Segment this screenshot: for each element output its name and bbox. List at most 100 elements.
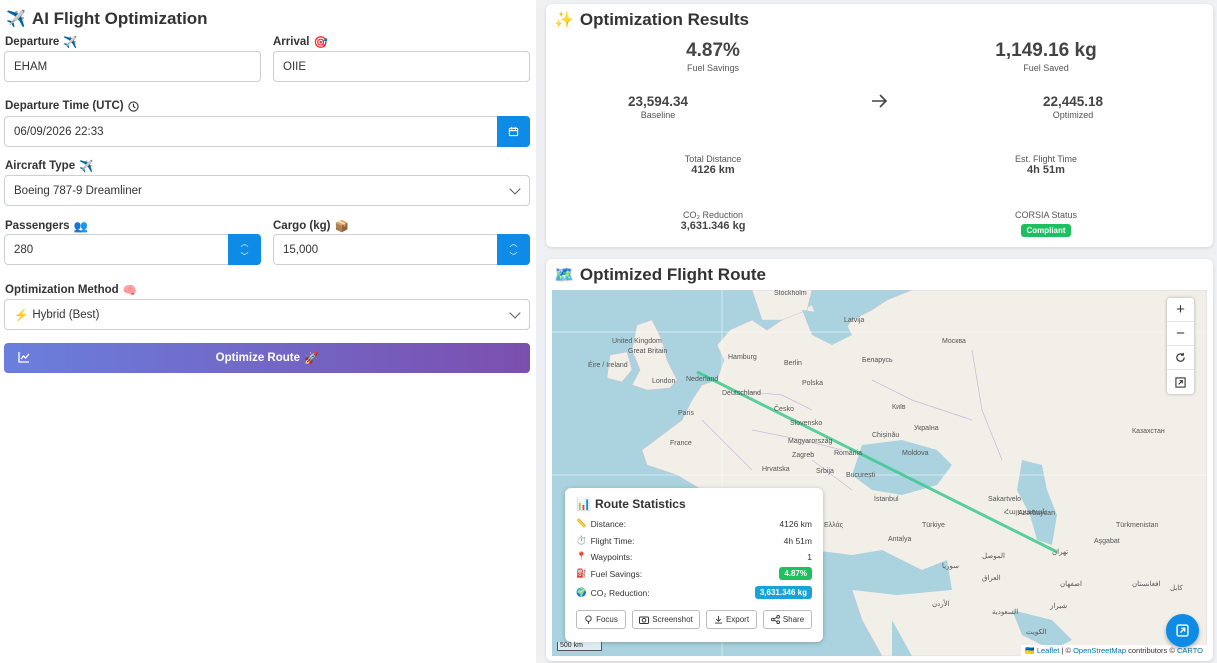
- map-place-label: افغانستان: [1132, 581, 1161, 588]
- refresh-icon: [1176, 352, 1185, 362]
- stat-distance: 📏 Distance: 4126 km: [576, 518, 812, 529]
- map-place-label: کابل: [1170, 585, 1183, 592]
- chart-icon: [18, 352, 30, 363]
- focus-button[interactable]: Focus: [576, 610, 626, 629]
- map-place-label: تهران: [1052, 549, 1069, 556]
- departure-time-input[interactable]: 06/09/2026 22:33: [4, 116, 530, 147]
- results-title: ✨ Optimization Results: [554, 10, 749, 29]
- stat-waypoints: 📍 Waypoints: 1: [576, 551, 812, 562]
- map-place-label: Éire / Ireland: [588, 362, 628, 369]
- map-place-label: Stockholm: [774, 290, 807, 297]
- aircraft-label: Aircraft Type ✈️: [5, 160, 94, 173]
- passengers-input[interactable]: 280 ︿ ﹀: [4, 234, 261, 265]
- reset-view-button[interactable]: [1167, 346, 1194, 370]
- screenshot-button[interactable]: Screenshot: [632, 610, 700, 629]
- map-place-label: Slovensko: [790, 420, 823, 427]
- map-place-label: Magyarország: [788, 438, 833, 445]
- optimization-results: ✨ Optimization Results 4.87% Fuel Savings…: [546, 4, 1213, 247]
- map-place-label: Україна: [914, 425, 939, 432]
- departure-label: Departure ✈️: [5, 36, 78, 49]
- departure-input[interactable]: EHAM: [4, 51, 261, 82]
- pin-outline-icon: [585, 615, 592, 624]
- map-place-label: Moldova: [902, 450, 929, 457]
- chevron-up-icon[interactable]: ︿: [241, 237, 249, 250]
- map-place-label: Latvija: [844, 317, 865, 324]
- map-place-label: Česko: [774, 406, 794, 413]
- status-badge: Compliant: [1021, 224, 1071, 237]
- fuel-savings-metric: 4.87% Fuel Savings: [686, 40, 740, 73]
- target-icon: 🎯: [313, 37, 328, 49]
- airplane-icon: ✈️: [63, 37, 78, 49]
- map-place-label: Polska: [802, 380, 824, 387]
- zoom-in-button[interactable]: +: [1167, 298, 1194, 322]
- ruler-icon: 📏: [576, 518, 587, 528]
- export-button[interactable]: Export: [706, 610, 757, 629]
- leaflet-link[interactable]: Leaflet: [1037, 646, 1060, 655]
- chevron-down-icon[interactable]: ﹀: [241, 250, 249, 263]
- calendar-button[interactable]: [497, 116, 530, 147]
- sparkles-icon: ✨: [554, 12, 574, 29]
- map-place-label: السعودية: [992, 609, 1019, 616]
- map-controls: + −: [1167, 298, 1194, 394]
- optimize-route-button[interactable]: Optimize Route 🚀: [4, 343, 530, 373]
- cargo-stepper[interactable]: ︿ ﹀: [497, 234, 530, 265]
- camera-icon: [639, 616, 650, 624]
- fuel-savings-badge: 4.87%: [779, 567, 812, 580]
- method-label: Optimization Method 🧠: [5, 284, 138, 297]
- passengers-label: Passengers 👥: [5, 220, 88, 233]
- clock-icon: [128, 100, 139, 112]
- map-place-label: الكويت: [1026, 629, 1047, 636]
- fuel-icon: ⛽: [576, 568, 587, 578]
- airplane-icon: ✈️: [79, 161, 94, 173]
- passengers-stepper[interactable]: ︿ ﹀: [228, 234, 261, 265]
- brain-icon: 🧠: [122, 285, 138, 297]
- map-place-label: الموصل: [982, 553, 1005, 560]
- map-place-label: Aşgabat: [1094, 538, 1120, 545]
- arrow-right-icon: [872, 94, 888, 108]
- optimized-metric: 22,445.18 Optimized: [1042, 94, 1104, 120]
- map-place-label: Türkiye: [922, 522, 945, 529]
- chevron-down-icon: [509, 307, 521, 319]
- carto-link[interactable]: CARTO: [1177, 646, 1203, 655]
- aircraft-select[interactable]: Boeing 787-9 Dreamliner: [4, 175, 530, 206]
- chevron-up-icon[interactable]: ︿: [510, 237, 518, 250]
- map-place-label: İstanbul: [874, 496, 899, 503]
- arrival-label: Arrival 🎯: [273, 36, 328, 49]
- form-title: ✈️ AI Flight Optimization: [6, 9, 208, 28]
- share-icon: [770, 615, 780, 624]
- stat-co2: 🌍 CO₂ Reduction: 3,631.346 kg: [576, 586, 812, 599]
- map-place-label: Ελλάς: [824, 522, 843, 529]
- map-place-label: Hamburg: [728, 354, 757, 361]
- method-select[interactable]: ⚡ Hybrid (Best): [4, 299, 530, 330]
- map-place-label: Türkmenistan: [1116, 522, 1159, 529]
- expand-map-button[interactable]: [1166, 614, 1199, 647]
- chevron-down-icon: [509, 183, 521, 195]
- fullscreen-button[interactable]: [1167, 370, 1194, 394]
- map-place-label: Antalya: [888, 536, 912, 543]
- map-place-label: Sakartvelo: [988, 496, 1022, 503]
- arrival-input[interactable]: OIIE: [273, 51, 530, 82]
- box-icon: 📦: [334, 221, 349, 233]
- share-button[interactable]: Share: [763, 610, 812, 629]
- map-place-label: Paris: [678, 410, 694, 417]
- cargo-input[interactable]: 15,000 ︿ ﹀: [273, 234, 530, 265]
- map-place-label: London: [652, 378, 676, 385]
- rocket-icon: 🚀: [304, 353, 319, 365]
- map-place-label: العراق: [982, 575, 1001, 582]
- stat-flight-time: ⏱️ Flight Time: 4h 51m: [576, 535, 812, 546]
- baseline-metric: 23,594.34 Baseline: [627, 94, 689, 120]
- map-place-label: United Kingdom: [612, 338, 662, 345]
- route-map[interactable]: Stockholm Latvija United Kingdom Great Brit…: [552, 290, 1207, 656]
- download-icon: [714, 615, 723, 624]
- globe-icon: 🌍: [576, 587, 587, 597]
- time-label: Departure Time (UTC): [5, 100, 139, 112]
- map-place-label: Great Britain: [628, 348, 668, 355]
- pin-icon: 📍: [576, 551, 587, 561]
- optimization-form: ✈️ AI Flight Optimization Departure ✈️ EH…: [0, 0, 536, 663]
- flight-time-metric: Est. Flight Time 4h 51m: [1014, 154, 1077, 176]
- map-place-label: France: [670, 440, 692, 447]
- chevron-down-icon[interactable]: ﹀: [510, 250, 518, 263]
- ukraine-flag-icon: 🇺🇦: [1025, 646, 1035, 655]
- osm-link[interactable]: OpenStreetMap: [1073, 646, 1126, 655]
- zoom-out-button[interactable]: −: [1167, 322, 1194, 346]
